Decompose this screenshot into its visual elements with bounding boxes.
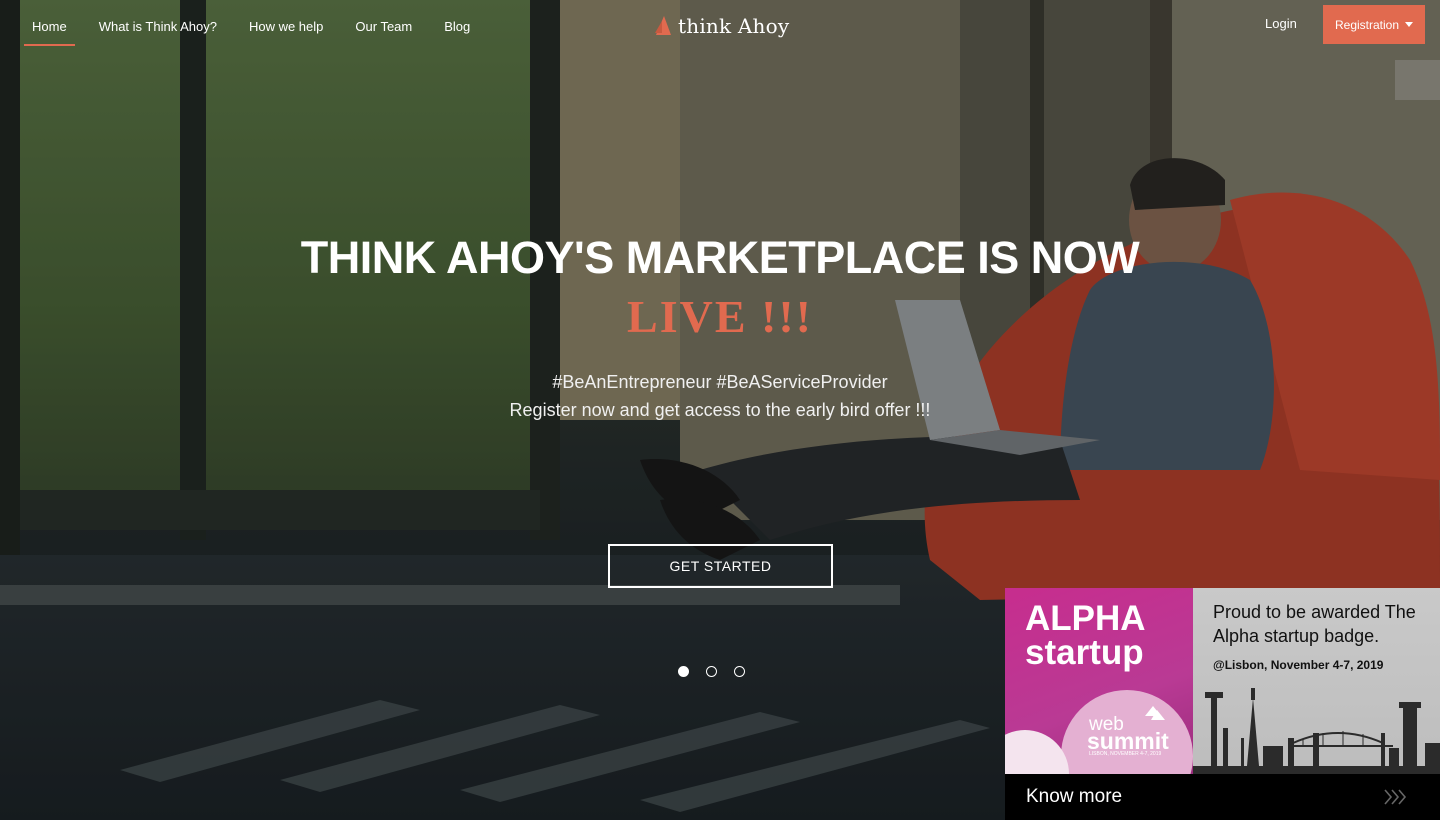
hero-live-text: LIVE !!! — [627, 291, 813, 342]
registration-dropdown-button[interactable]: Registration — [1323, 5, 1425, 44]
alpha-startup-promo: ALPHA startup web summit LISBON, NOVEMBE… — [1005, 588, 1440, 820]
nav-link-blog[interactable]: Blog — [436, 0, 478, 46]
registration-label: Registration — [1334, 17, 1400, 32]
triple-chevron-right-icon — [1384, 789, 1407, 805]
web-summit-logo: web summit LISBON, NOVEMBER 4-7, 2019 — [1005, 690, 1193, 774]
lisbon-skyline-illustration — [1193, 688, 1440, 774]
know-more-button[interactable]: Know more — [1005, 774, 1440, 820]
nav-link-how-we-help[interactable]: How we help — [241, 0, 331, 46]
sail-icon — [655, 16, 671, 35]
carousel-indicators — [678, 666, 762, 677]
login-link[interactable]: Login — [1265, 16, 1297, 31]
carousel-dot-1[interactable] — [678, 666, 689, 677]
know-more-label: Know more — [1026, 786, 1123, 807]
nav-link-home[interactable]: Home — [24, 0, 75, 46]
nav-link-what-is-think-ahoy[interactable]: What is Think Ahoy? — [91, 0, 225, 46]
logo-text: think Ahoy — [678, 14, 790, 38]
top-navigation: Home What is Think Ahoy? How we help Our… — [0, 0, 1440, 54]
nav-link-our-team[interactable]: Our Team — [347, 0, 420, 46]
hero-headline: THINK AHOY'S MARKETPLACE IS NOW — [300, 232, 1140, 283]
hero-tagline: #BeAnEntrepreneur #BeAServiceProvider Re… — [0, 368, 1440, 424]
carousel-dot-2[interactable] — [706, 666, 717, 677]
nav-links: Home What is Think Ahoy? How we help Our… — [24, 0, 494, 46]
hero-subline: Register now and get access to the early… — [509, 400, 931, 420]
site-logo[interactable]: think Ahoy — [654, 14, 789, 38]
get-started-button[interactable]: GET STARTED — [608, 544, 833, 588]
carousel-dot-3[interactable] — [734, 666, 745, 677]
alpha-startup-badge: ALPHA startup web summit LISBON, NOVEMBE… — [1005, 588, 1193, 774]
badge-caption: LISBON, NOVEMBER 4-7, 2019 — [1089, 751, 1161, 757]
promo-info-panel: Proud to be awarded The Alpha startup ba… — [1193, 588, 1440, 774]
hero-hashtags: #BeAnEntrepreneur #BeAServiceProvider — [552, 372, 888, 392]
caret-down-icon — [1405, 22, 1414, 27]
